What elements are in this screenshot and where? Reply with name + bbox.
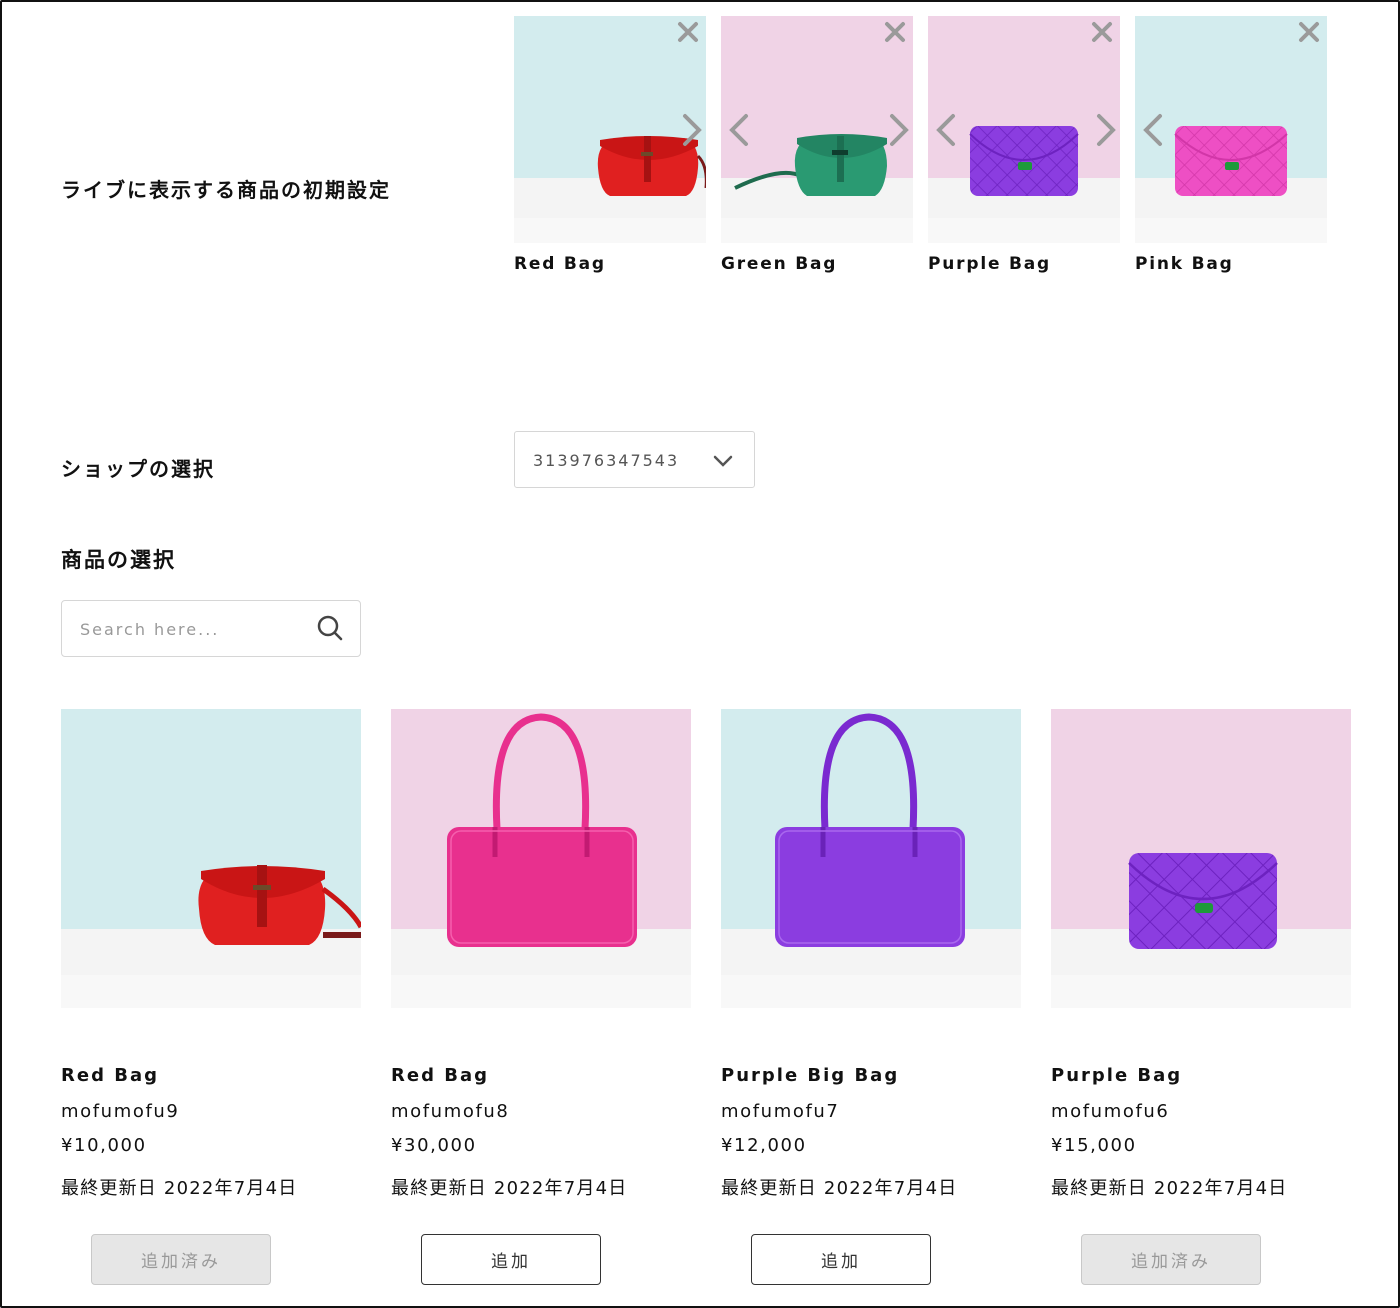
selected-product-item: Red Bag bbox=[514, 16, 706, 274]
remove-product-icon[interactable] bbox=[1088, 18, 1116, 46]
product-image bbox=[1051, 709, 1351, 1008]
product-card: Red Bag mofumofu8 ¥30,000 最終更新日 2022年7月4… bbox=[391, 709, 691, 1285]
move-right-icon[interactable] bbox=[676, 110, 706, 150]
selected-product-name: Pink Bag bbox=[1135, 254, 1234, 274]
move-left-icon[interactable] bbox=[932, 110, 962, 150]
added-button[interactable]: 追加済み bbox=[1081, 1234, 1261, 1285]
selected-products-row: Red Bag Green Bag Purple Bag Pink Bag bbox=[514, 16, 1344, 286]
product-image bbox=[721, 709, 1021, 1008]
shop-select-label: ショップの選択 bbox=[61, 457, 215, 481]
product-updated-date: 最終更新日 2022年7月4日 bbox=[391, 1178, 628, 1199]
product-card: Red Bag mofumofu9 ¥10,000 最終更新日 2022年7月4… bbox=[61, 709, 361, 1285]
remove-product-icon[interactable] bbox=[674, 18, 702, 46]
product-shop: mofumofu6 bbox=[1051, 1101, 1170, 1122]
selected-product-item: Purple Bag bbox=[928, 16, 1120, 274]
move-left-icon[interactable] bbox=[725, 110, 755, 150]
initial-products-label: ライブに表示する商品の初期設定 bbox=[61, 178, 391, 202]
product-title: Purple Big Bag bbox=[721, 1065, 900, 1086]
search-input[interactable] bbox=[80, 615, 300, 643]
product-image bbox=[61, 709, 361, 1008]
product-card: Purple Bag mofumofu6 ¥15,000 最終更新日 2022年… bbox=[1051, 709, 1351, 1285]
product-updated-date: 最終更新日 2022年7月4日 bbox=[721, 1178, 958, 1199]
shop-select-value: 313976347543 bbox=[533, 451, 680, 470]
selected-product-name: Green Bag bbox=[721, 254, 838, 274]
add-button[interactable]: 追加 bbox=[421, 1234, 601, 1285]
product-shop: mofumofu7 bbox=[721, 1101, 840, 1122]
product-price: ¥30,000 bbox=[391, 1135, 477, 1156]
product-thumbnail bbox=[721, 16, 913, 243]
product-price: ¥12,000 bbox=[721, 1135, 807, 1156]
product-title: Red Bag bbox=[391, 1065, 489, 1086]
move-right-icon[interactable] bbox=[883, 110, 913, 150]
remove-product-icon[interactable] bbox=[1295, 18, 1323, 46]
move-left-icon[interactable] bbox=[1139, 110, 1169, 150]
add-button[interactable]: 追加 bbox=[751, 1234, 931, 1285]
product-thumbnail bbox=[1135, 16, 1327, 243]
selected-product-item: Green Bag bbox=[721, 16, 913, 274]
remove-product-icon[interactable] bbox=[881, 18, 909, 46]
chevron-down-icon bbox=[712, 452, 734, 470]
shop-select-dropdown[interactable]: 313976347543 bbox=[514, 431, 755, 488]
move-right-icon[interactable] bbox=[1090, 110, 1120, 150]
product-updated-date: 最終更新日 2022年7月4日 bbox=[1051, 1178, 1288, 1199]
selected-product-name: Purple Bag bbox=[928, 254, 1051, 274]
product-title: Purple Bag bbox=[1051, 1065, 1183, 1086]
selected-product-item: Pink Bag bbox=[1135, 16, 1327, 274]
product-title: Red Bag bbox=[61, 1065, 159, 1086]
product-shop: mofumofu9 bbox=[61, 1101, 180, 1122]
product-price: ¥10,000 bbox=[61, 1135, 147, 1156]
product-card: Purple Big Bag mofumofu7 ¥12,000 最終更新日 2… bbox=[721, 709, 1021, 1285]
product-price: ¥15,000 bbox=[1051, 1135, 1137, 1156]
product-updated-date: 最終更新日 2022年7月4日 bbox=[61, 1178, 298, 1199]
product-shop: mofumofu8 bbox=[391, 1101, 510, 1122]
product-search-box bbox=[61, 600, 361, 657]
product-thumbnail bbox=[514, 16, 706, 243]
added-button[interactable]: 追加済み bbox=[91, 1234, 271, 1285]
product-image bbox=[391, 709, 691, 1008]
selected-product-name: Red Bag bbox=[514, 254, 606, 274]
product-thumbnail bbox=[928, 16, 1120, 243]
search-icon[interactable] bbox=[316, 614, 344, 642]
product-select-label: 商品の選択 bbox=[61, 548, 176, 572]
